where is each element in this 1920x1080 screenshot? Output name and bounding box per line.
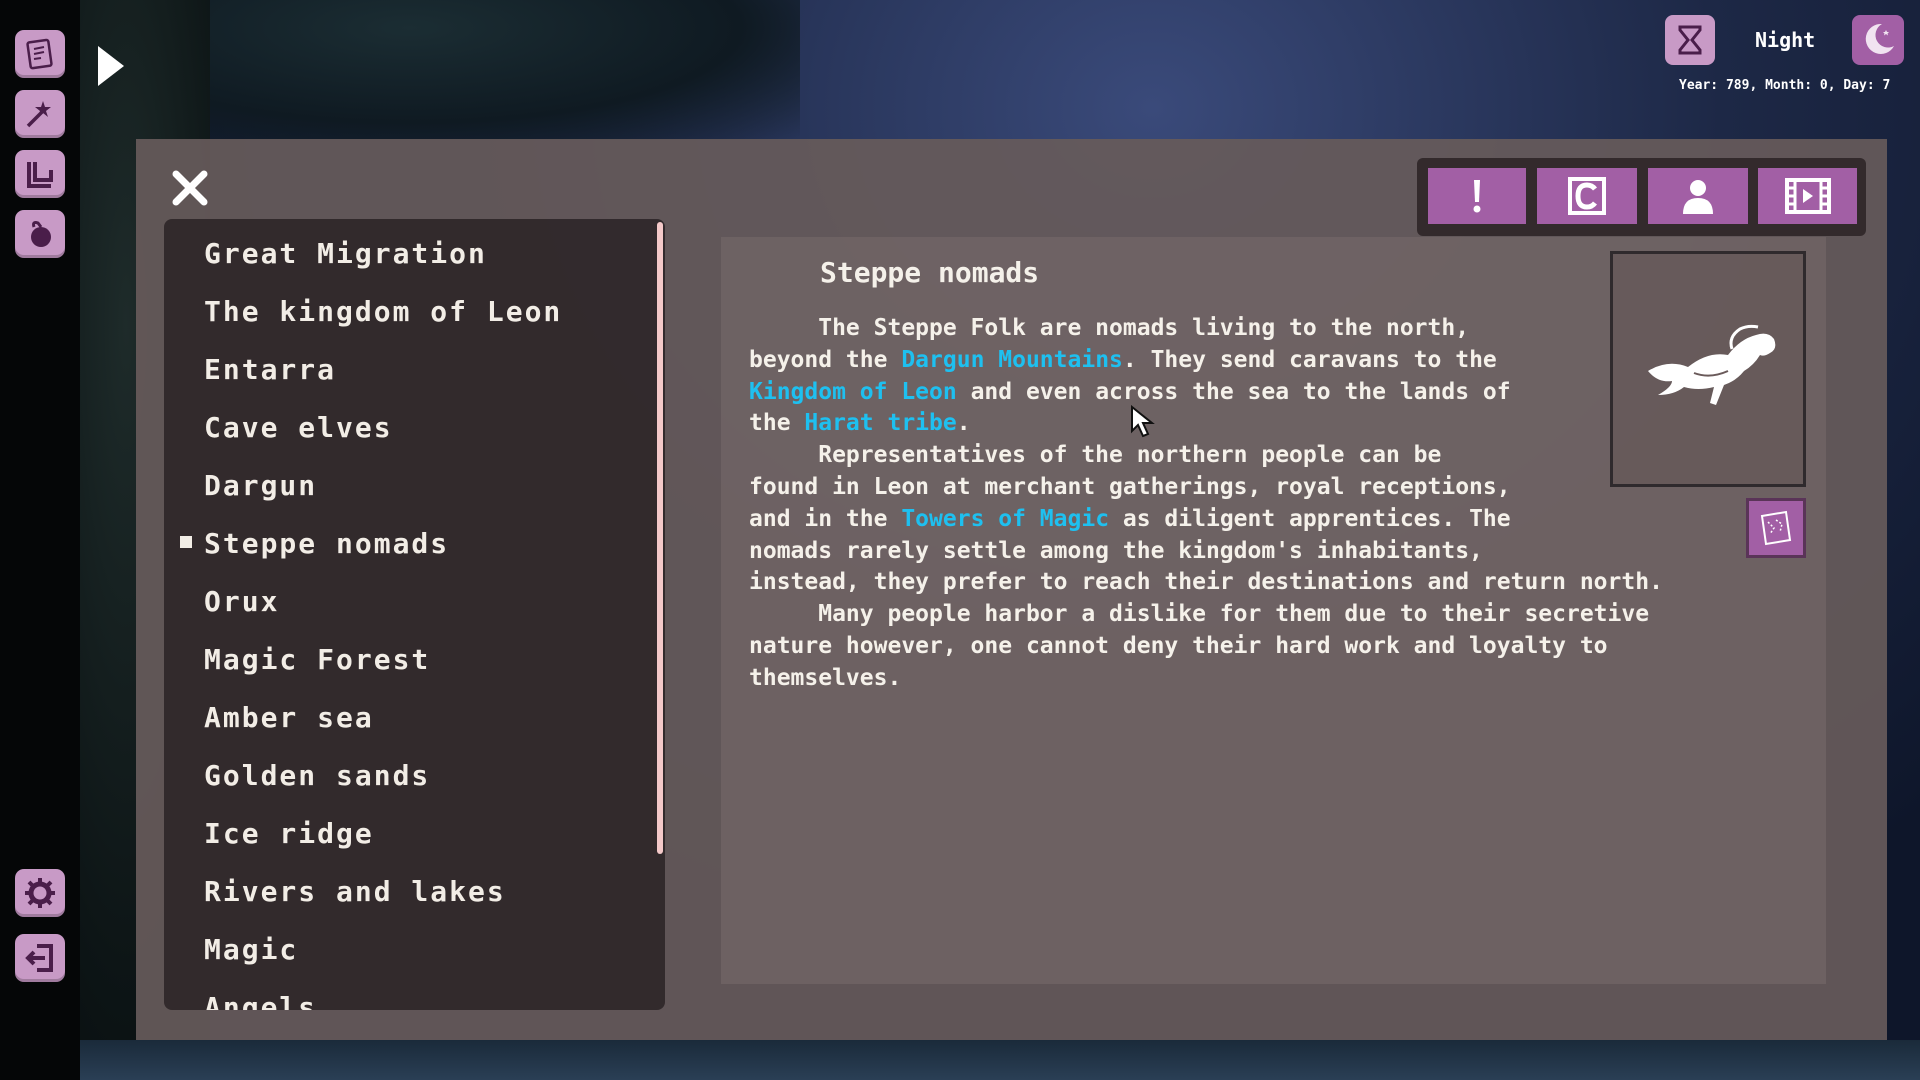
exclamation-icon (1473, 180, 1481, 213)
ground-background (0, 1040, 1920, 1080)
time-speed-button[interactable] (1665, 15, 1715, 65)
tab-people[interactable] (1648, 168, 1748, 224)
map-button[interactable] (1746, 498, 1806, 558)
settings-button[interactable] (15, 869, 65, 917)
article-link[interactable]: Harat tribe (804, 410, 956, 436)
journal-icon (26, 38, 53, 70)
list-item[interactable]: Ice ridge (204, 817, 374, 850)
tab-cutscenes[interactable] (1758, 168, 1857, 224)
tab-events[interactable] (1428, 168, 1526, 224)
play-icon[interactable] (98, 46, 124, 86)
list-item[interactable]: Magic Forest (204, 643, 430, 676)
entry-list[interactable]: Great Migration The kingdom of Leon Enta… (164, 219, 665, 1010)
list-item[interactable]: Rivers and lakes (204, 875, 506, 908)
bag-button[interactable] (15, 210, 65, 258)
article-text: as diligent apprentices. The nomads rare… (749, 505, 1663, 691)
map-icon (1760, 510, 1792, 546)
article-link[interactable]: Kingdom of Leon (749, 379, 957, 405)
list-item[interactable]: Great Migration (204, 237, 487, 270)
mouse-cursor-icon (1131, 405, 1155, 438)
gear-icon (25, 878, 55, 908)
c-icon (1568, 177, 1606, 215)
list-item[interactable]: The kingdom of Leon (204, 295, 562, 328)
list-item[interactable]: Amber sea (204, 701, 374, 734)
list-item[interactable]: Magic (204, 933, 298, 966)
list-item[interactable]: Entarra (204, 353, 336, 386)
list-item-selected[interactable]: Steppe nomads (204, 527, 449, 560)
close-button[interactable] (170, 168, 210, 208)
film-icon (1784, 178, 1831, 214)
article-portrait (1610, 251, 1806, 487)
horse-emblem-icon (1648, 324, 1776, 405)
close-icon (172, 170, 208, 206)
tree-canopy-background (150, 0, 800, 140)
moon-button[interactable] (1852, 15, 1904, 65)
list-scrollbar[interactable] (657, 222, 663, 854)
list-item[interactable]: Golden sands (204, 759, 430, 792)
exit-button[interactable] (15, 934, 65, 982)
moon-icon (1865, 23, 1894, 54)
time-of-day-label: Night (1755, 28, 1816, 52)
tab-characters[interactable] (1537, 168, 1637, 224)
bag-icon (31, 221, 51, 247)
article-title: Steppe nomads (820, 256, 1040, 289)
journal-button[interactable] (15, 30, 65, 78)
spells-icon (26, 101, 51, 128)
person-icon (1683, 180, 1713, 214)
list-item[interactable]: Orux (204, 585, 279, 618)
exit-icon (25, 944, 53, 972)
spells-button[interactable] (15, 90, 65, 138)
book-icon (27, 162, 53, 188)
game-date: Year: 789, Month: 0, Day: 7 (1679, 78, 1891, 93)
hourglass-icon (1678, 25, 1702, 55)
article-link[interactable]: Towers of Magic (901, 506, 1109, 532)
list-item[interactable]: Angels (204, 991, 317, 1010)
list-item[interactable]: Cave elves (204, 411, 393, 444)
selected-marker (180, 536, 192, 548)
book-button[interactable] (15, 150, 65, 198)
list-item[interactable]: Dargun (204, 469, 317, 502)
article-body: The Steppe Folk are nomads living to the… (749, 313, 1709, 695)
article-text: . They send caravans to the (1122, 346, 1497, 373)
article-link[interactable]: Dargun Mountains (901, 347, 1123, 373)
